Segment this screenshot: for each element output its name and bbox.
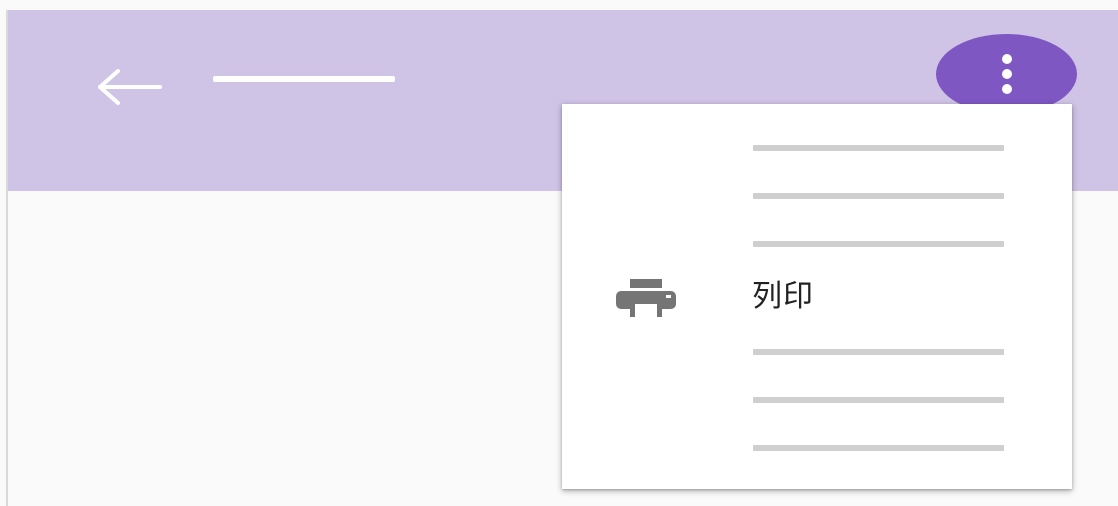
overflow-menu: 列印 (562, 104, 1072, 489)
title-placeholder (213, 76, 395, 82)
menu-item[interactable] (562, 328, 1072, 376)
menu-item[interactable] (562, 424, 1072, 472)
menu-item-placeholder (753, 241, 1004, 247)
more-options-button[interactable] (936, 34, 1077, 114)
menu-item-print[interactable]: 列印 (562, 270, 1072, 326)
more-vert-icon (999, 50, 1015, 98)
menu-item[interactable] (562, 376, 1072, 424)
menu-item[interactable] (562, 124, 1072, 172)
menu-item-placeholder (753, 193, 1004, 199)
print-label: 列印 (752, 279, 814, 314)
menu-item-placeholder (753, 397, 1004, 403)
menu-item[interactable] (562, 172, 1072, 220)
app-window: 列印 (0, 0, 1118, 506)
arrow-left-icon[interactable] (88, 67, 168, 111)
menu-item[interactable] (562, 220, 1072, 268)
menu-item-placeholder (753, 145, 1004, 151)
menu-item-placeholder (753, 445, 1004, 451)
menu-item-placeholder (753, 349, 1004, 355)
printer-icon (616, 278, 676, 318)
